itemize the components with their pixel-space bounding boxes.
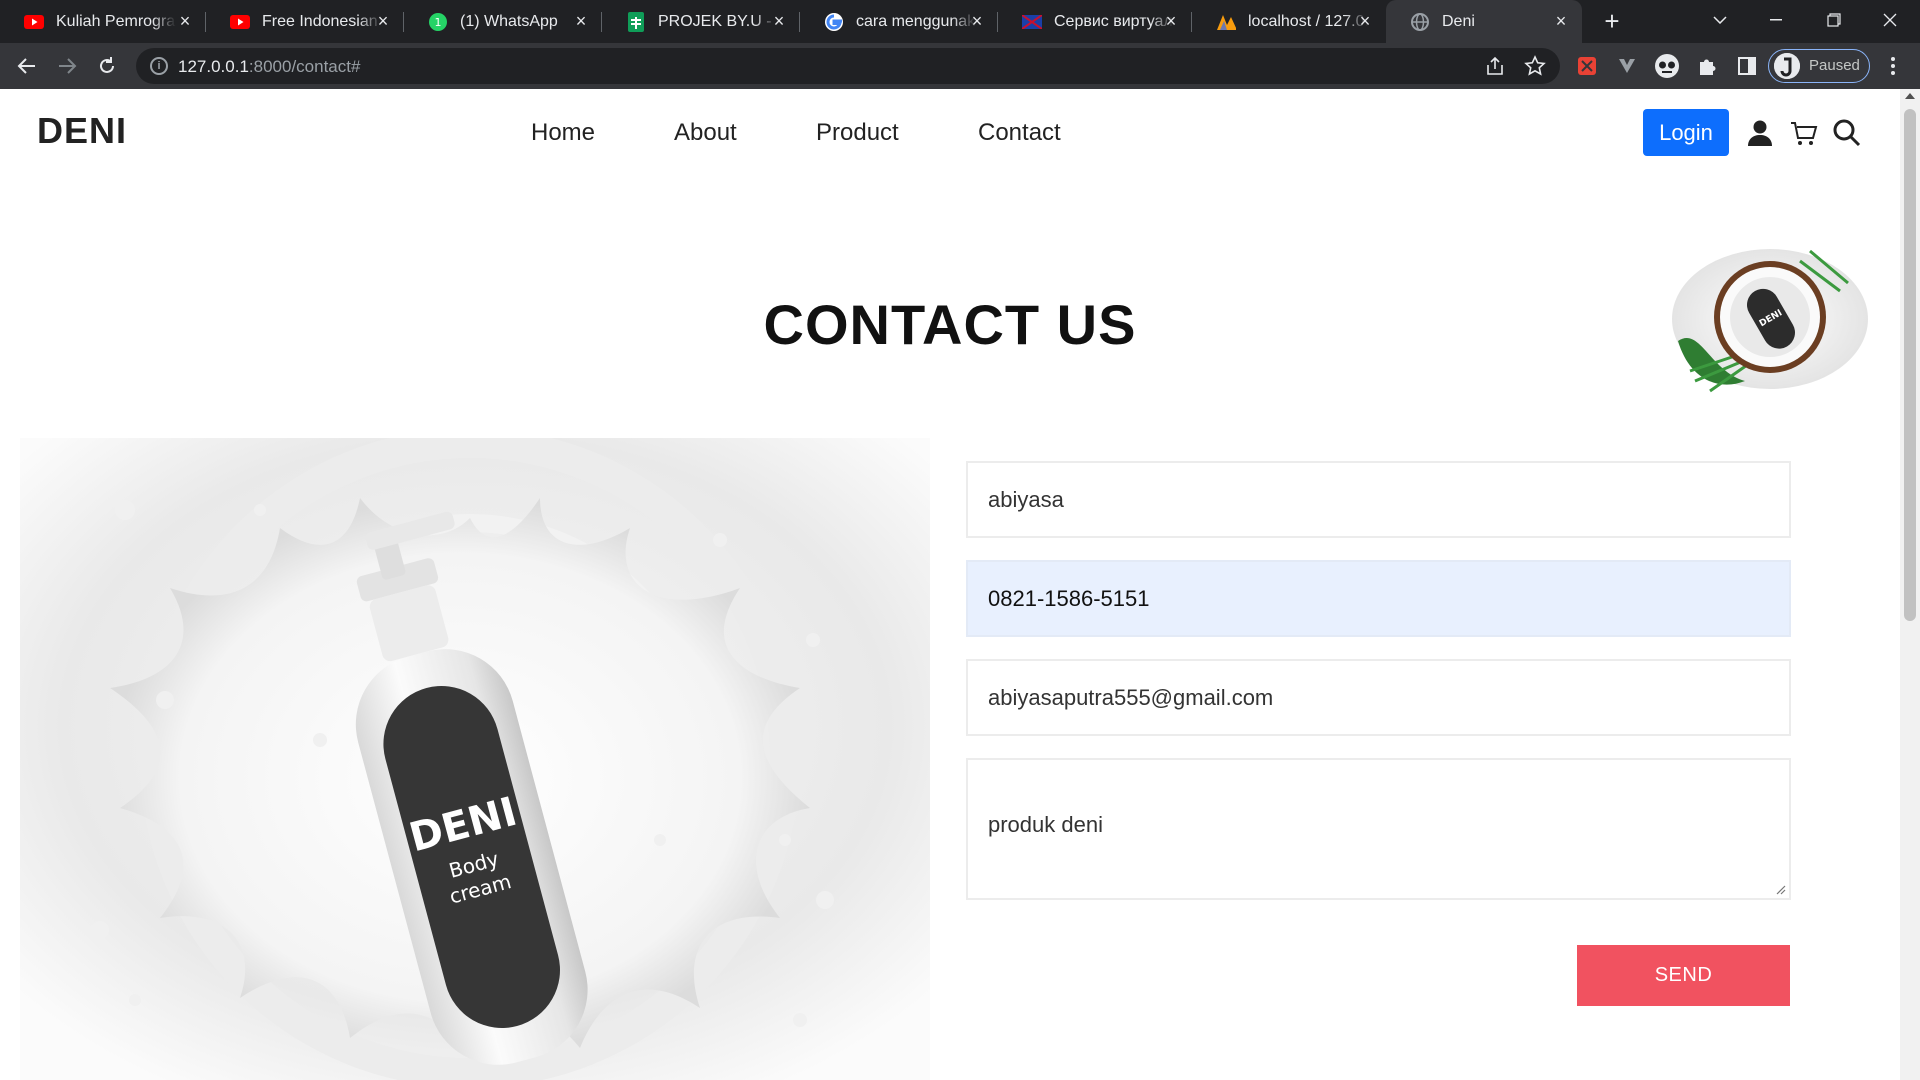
- extension-v-icon[interactable]: [1614, 53, 1640, 79]
- browser-toolbar: i 127.0.0.1:8000/contact# Paused: [0, 43, 1920, 89]
- globe-icon: [1410, 12, 1430, 32]
- page-scrollbar[interactable]: [1900, 89, 1920, 1080]
- close-tab-icon[interactable]: ×: [572, 12, 590, 30]
- message-textarea[interactable]: produk deni: [966, 758, 1791, 900]
- site-logo[interactable]: DENI: [37, 110, 127, 152]
- extension-mask-icon[interactable]: [1654, 53, 1680, 79]
- message-text: produk deni: [988, 812, 1103, 837]
- close-tab-icon[interactable]: ×: [968, 12, 986, 30]
- page-title: CONTACT US: [763, 293, 1137, 356]
- tab-free-indonesian[interactable]: Free Indonesian V ×: [206, 0, 404, 43]
- tab-localhost[interactable]: localhost / 127.0.0 ×: [1192, 0, 1386, 43]
- scroll-up-icon[interactable]: [1905, 93, 1915, 99]
- side-panel-icon[interactable]: [1734, 53, 1760, 79]
- login-button[interactable]: Login: [1643, 109, 1729, 156]
- nav-home[interactable]: Home: [531, 119, 595, 147]
- close-tab-icon[interactable]: ×: [1162, 12, 1180, 30]
- tab-servis[interactable]: Сервис виртуаль ×: [998, 0, 1192, 43]
- close-tab-icon[interactable]: ×: [176, 12, 194, 30]
- close-window-icon[interactable]: [1862, 0, 1918, 40]
- nav-about[interactable]: About: [674, 119, 737, 147]
- page-viewport: DENI Home About Product Contact Login CO…: [0, 89, 1900, 1080]
- sheets-icon: [626, 11, 646, 32]
- resize-grip-icon[interactable]: [1776, 885, 1786, 895]
- nav-contact[interactable]: Contact: [978, 119, 1061, 147]
- close-tab-icon[interactable]: ×: [770, 12, 788, 30]
- avatar: [1774, 53, 1800, 79]
- nav-product[interactable]: Product: [816, 119, 899, 147]
- tab-cara[interactable]: cara menggunakan ×: [800, 0, 998, 43]
- tab-whatsapp[interactable]: 1 (1) WhatsApp ×: [404, 0, 602, 43]
- search-icon[interactable]: [1832, 118, 1862, 148]
- tab-search-icon[interactable]: [1692, 0, 1748, 40]
- user-icon[interactable]: [1745, 118, 1775, 148]
- tab-strip: Kuliah Pemrograman × Free Indonesian V ×…: [0, 0, 1920, 43]
- extension-red-icon[interactable]: [1574, 53, 1600, 79]
- whatsapp-icon: 1: [428, 12, 448, 32]
- tab-projek[interactable]: PROJEK BY.U - Go ×: [602, 0, 800, 43]
- close-tab-icon[interactable]: ×: [1552, 12, 1570, 30]
- extensions-puzzle-icon[interactable]: [1694, 53, 1720, 79]
- reload-icon[interactable]: [94, 53, 120, 79]
- restore-icon[interactable]: [1806, 0, 1862, 40]
- name-input[interactable]: abiyasa: [966, 461, 1791, 538]
- share-icon[interactable]: [1484, 55, 1506, 77]
- coconut-product-image: DENI: [1650, 231, 1878, 409]
- profile-button[interactable]: Paused: [1768, 49, 1870, 83]
- cart-icon[interactable]: [1789, 118, 1819, 148]
- tab-kuliah[interactable]: Kuliah Pemrograman ×: [0, 0, 206, 43]
- phone-input[interactable]: 0821-1586-5151: [966, 560, 1791, 637]
- site-info-icon[interactable]: i: [150, 57, 168, 75]
- send-button[interactable]: SEND: [1577, 945, 1790, 1006]
- hero-bottle-image: DENI Body cream: [20, 428, 930, 1080]
- browser-menu-icon[interactable]: [1880, 53, 1906, 79]
- bookmark-star-icon[interactable]: [1524, 55, 1546, 77]
- youtube-icon: [230, 12, 250, 32]
- back-icon[interactable]: [14, 53, 40, 79]
- svg-text:1: 1: [435, 16, 442, 29]
- tab-deni[interactable]: Deni ×: [1386, 0, 1582, 43]
- address-bar[interactable]: i 127.0.0.1:8000/contact#: [136, 48, 1560, 84]
- new-tab-button[interactable]: +: [1598, 8, 1626, 36]
- close-tab-icon[interactable]: ×: [1356, 12, 1374, 30]
- flag-icon: [1022, 12, 1042, 32]
- url-text: 127.0.0.1:8000/contact#: [178, 57, 361, 76]
- youtube-icon: [24, 12, 44, 32]
- forward-icon[interactable]: [54, 53, 80, 79]
- email-input[interactable]: abiyasaputra555@gmail.com: [966, 659, 1791, 736]
- minimize-icon[interactable]: [1748, 0, 1804, 40]
- close-tab-icon[interactable]: ×: [374, 12, 392, 30]
- scrollbar-thumb[interactable]: [1904, 109, 1916, 621]
- google-icon: [824, 12, 844, 32]
- phpmyadmin-icon: [1216, 12, 1236, 32]
